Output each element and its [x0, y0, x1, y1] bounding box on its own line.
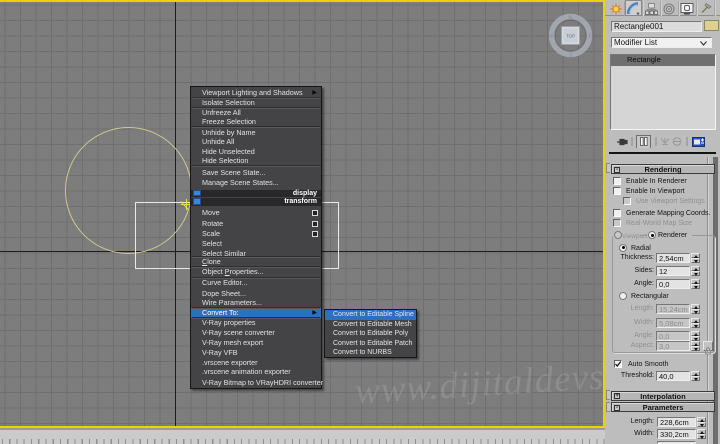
- svg-text:E: E: [589, 34, 593, 40]
- svg-text:S: S: [569, 53, 573, 59]
- svg-text:TOP: TOP: [566, 34, 575, 39]
- svg-text:W: W: [548, 34, 554, 40]
- svg-text:N: N: [569, 15, 573, 21]
